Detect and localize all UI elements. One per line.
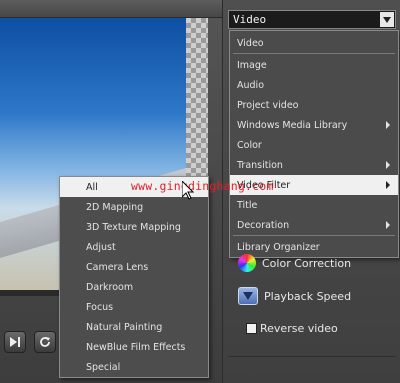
submenu-item-adjust[interactable]: Adjust [60,237,208,257]
menu-separator [233,53,395,54]
reverse-video-option[interactable]: Reverse video [246,322,338,335]
playback-speed-label: Playback Speed [264,289,352,303]
submenu-item-3d-texture-mapping[interactable]: 3D Texture Mapping [60,217,208,237]
reverse-video-checkbox[interactable] [246,323,257,334]
repeat-button[interactable] [34,331,56,353]
submenu-arrow-icon [386,181,390,189]
submenu-arrow-icon [386,121,390,129]
submenu-item-2d-mapping[interactable]: 2D Mapping [60,197,208,217]
menu-separator [233,235,395,236]
color-correction-option[interactable]: Color Correction [238,254,351,272]
next-frame-button[interactable] [4,331,26,353]
watermark-text: www.gingdinghang.com [131,179,274,193]
submenu-item-camera-lens[interactable]: Camera Lens [60,257,208,277]
submenu-item-special[interactable]: Special [60,357,208,377]
preview-toolbar [0,0,222,18]
submenu-item-newblue-film-effects[interactable]: NewBlue Film Effects [60,337,208,357]
reverse-video-label: Reverse video [260,322,338,335]
repeat-icon [40,337,50,347]
submenu-item-darkroom[interactable]: Darkroom [60,277,208,297]
chevron-down-icon[interactable] [380,12,394,27]
category-dropdown-menu: Video Image Audio Project video Windows … [229,30,399,258]
submenu-arrow-icon [386,221,390,229]
menu-item-video[interactable]: Video [230,33,398,53]
submenu-item-natural-painting[interactable]: Natural Painting [60,317,208,337]
skip-next-icon [10,337,20,347]
panel-divider [228,356,396,357]
playback-speed-option[interactable]: Playback Speed [238,287,351,305]
menu-item-decoration[interactable]: Decoration [230,215,398,235]
submenu-item-focus[interactable]: Focus [60,297,208,317]
menu-item-color[interactable]: Color [230,135,398,155]
menu-item-image[interactable]: Image [230,55,398,75]
color-wheel-icon [238,254,256,272]
menu-item-project-video[interactable]: Project video [230,95,398,115]
mouse-pointer-icon [182,181,194,200]
menu-item-transition[interactable]: Transition [230,155,398,175]
menu-item-windows-media-library[interactable]: Windows Media Library [230,115,398,135]
submenu-arrow-icon [386,161,390,169]
color-correction-label: Color Correction [262,256,352,270]
menu-item-audio[interactable]: Audio [230,75,398,95]
playback-speed-icon [238,287,258,305]
menu-item-title[interactable]: Title [230,195,398,215]
library-category-select[interactable]: Video [228,10,396,29]
category-select-value: Video [233,13,267,26]
video-filter-submenu: All 2D Mapping 3D Texture Mapping Adjust… [59,176,209,378]
